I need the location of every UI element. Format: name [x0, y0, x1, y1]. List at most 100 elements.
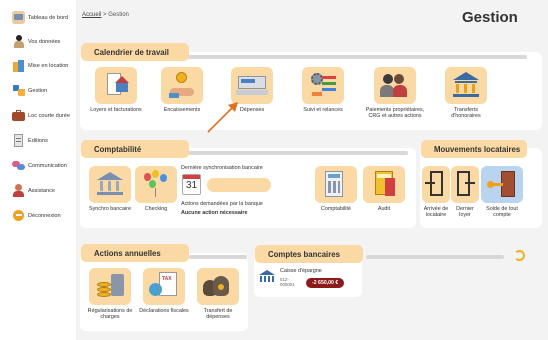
- bank-transfer-icon: [445, 67, 487, 104]
- tile-declarations-fiscales[interactable]: TAX Déclarations fiscales: [138, 268, 190, 314]
- section-divider: [366, 255, 504, 259]
- key-door-icon: [481, 166, 523, 203]
- tile-audit[interactable]: Audit: [360, 166, 408, 212]
- section-divider: [176, 55, 527, 59]
- account-number: 512-000001: [280, 277, 295, 287]
- tile-dernier-loyer[interactable]: Dernier loyer: [450, 166, 480, 218]
- tax-icon: TAX: [143, 268, 185, 305]
- tile-label: Loyers et facturations: [90, 107, 142, 113]
- tax-badge-icon: TAX: [162, 276, 172, 282]
- tile-label: Synchro bancaire: [89, 206, 131, 212]
- dashboard-icon: [12, 11, 25, 24]
- support-icon: [12, 184, 25, 197]
- main-content: Accueil > Gestion Gestion Calendrier de …: [76, 0, 548, 340]
- sidebar-item-label: Gestion: [28, 87, 48, 94]
- page-title: Gestion: [462, 9, 518, 26]
- breadcrumb: Accueil > Gestion: [82, 12, 129, 18]
- document-icon: [12, 134, 25, 147]
- section-divider: [176, 151, 408, 155]
- building-icon: [12, 59, 25, 72]
- calendrier-section-title: Calendrier de travail: [81, 43, 189, 61]
- bank-sync-icon: [89, 166, 131, 203]
- sidebar-item-tableau-de-bord[interactable]: Tableau de bord: [12, 11, 68, 24]
- tile-arrivee-locataire[interactable]: Arrivée de locataire: [420, 166, 452, 218]
- sidebar-item-label: Mise en location: [28, 62, 69, 69]
- sidebar-item-label: Communication: [28, 162, 67, 169]
- sidebar-item-editions[interactable]: Editions: [12, 134, 48, 147]
- actions-section-title: Actions annuelles: [81, 244, 189, 262]
- tile-label: Solde de tout compte: [486, 206, 518, 219]
- tile-paiements-proprietaires[interactable]: Paiements propriétaires, CRG et autres a…: [365, 67, 425, 119]
- sidebar-item-label: Vos données: [28, 38, 61, 45]
- section-divider: [189, 255, 247, 259]
- door-out-icon: [451, 166, 479, 203]
- tile-comptabilite[interactable]: Comptabilité: [312, 166, 360, 212]
- tile-synchro-bancaire[interactable]: Synchro bancaire: [86, 166, 134, 212]
- sync-date-pill: [207, 178, 271, 192]
- people-icon: [374, 67, 416, 104]
- sidebar-item-vos-donnees[interactable]: Vos données: [12, 35, 60, 48]
- tile-transferts-honoraires[interactable]: Transferts d'honoraires: [440, 67, 492, 119]
- sidebar-item-label: Loc courte durée: [28, 112, 70, 119]
- sidebar-item-communication[interactable]: Communication: [12, 159, 67, 172]
- door-in-icon: [422, 166, 450, 203]
- balloons-icon: [135, 166, 177, 203]
- breadcrumb-home-link[interactable]: Accueil: [82, 12, 101, 18]
- tile-label: Comptabilité: [321, 206, 351, 212]
- tile-solde-tout-compte[interactable]: Solde de tout compte: [480, 166, 524, 218]
- sidebar-item-label: Tableau de bord: [28, 14, 69, 21]
- user-icon: [12, 35, 25, 48]
- management-icon: [12, 84, 25, 97]
- breadcrumb-separator: >: [103, 12, 107, 18]
- sidebar-item-deconnexion[interactable]: Déconnexion: [12, 209, 61, 222]
- sidebar-item-loc-courte-duree[interactable]: Loc courte durée: [12, 109, 70, 122]
- sidebar: Tableau de bord Vos données Mise en loca…: [0, 0, 76, 340]
- calculator-icon: [315, 166, 357, 203]
- tile-label: Checking: [144, 206, 168, 212]
- invoice-house-icon: [95, 67, 137, 104]
- calendar-day: 31: [185, 180, 198, 191]
- comptabilite-section-title: Comptabilité: [81, 140, 189, 158]
- chat-icon: [12, 159, 25, 172]
- coin-hand-icon: [161, 67, 203, 104]
- tile-label: Régularisations de charges: [87, 308, 133, 321]
- calendar-icon: 31: [182, 174, 201, 195]
- tile-transfert-depenses[interactable]: Transfert de dépenses: [192, 268, 244, 320]
- tile-suivi-relances[interactable]: Suivi et relances: [297, 67, 349, 113]
- sidebar-item-gestion[interactable]: Gestion: [12, 84, 47, 97]
- bank-account-icon: [259, 270, 275, 284]
- sidebar-item-label: Editions: [28, 137, 48, 144]
- logout-icon: [12, 209, 25, 222]
- sidebar-item-label: Déconnexion: [28, 212, 61, 219]
- suitcase-icon: [12, 109, 25, 122]
- mouvements-section-title: Mouvements locataires: [421, 140, 527, 158]
- comptes-section-title: Comptes bancaires: [255, 245, 363, 263]
- last-sync-label: Dernière synchronisation bancaire: [181, 165, 263, 171]
- pointer-arrow-icon: [207, 102, 238, 133]
- pending-actions-value: Aucune action nécessaire: [181, 210, 248, 216]
- tile-label: Dernier loyer: [456, 206, 474, 219]
- tile-encaissements[interactable]: Encaissements: [156, 67, 208, 113]
- account-name: Caisse d'épargne: [280, 268, 322, 274]
- breadcrumb-current: Gestion: [108, 12, 129, 18]
- gear-checklist-icon: [302, 67, 344, 104]
- coins-calculator-icon: [89, 268, 131, 305]
- audit-folder-icon: [363, 166, 405, 203]
- pending-actions-label: Actions demandées par la banque: [181, 201, 263, 207]
- tile-label: Transferts d'honoraires: [451, 107, 481, 120]
- sidebar-item-mise-en-location[interactable]: Mise en location: [12, 59, 68, 72]
- sidebar-item-assistance[interactable]: Assistance: [12, 184, 55, 197]
- money-bags-icon: [197, 268, 239, 305]
- tile-loyers-facturations[interactable]: Loyers et facturations: [90, 67, 142, 113]
- tile-label: Paiements propriétaires, CRG et autres a…: [365, 107, 425, 120]
- account-balance-badge: -2 650,00 €: [306, 278, 345, 288]
- tile-label: Encaissements: [163, 107, 201, 113]
- tile-label: Transfert de dépenses: [203, 308, 233, 321]
- tile-label: Déclarations fiscales: [139, 308, 189, 314]
- refresh-icon[interactable]: [514, 250, 525, 261]
- tile-label: Suivi et relances: [303, 107, 343, 113]
- tile-checking[interactable]: Checking: [132, 166, 180, 212]
- sidebar-item-label: Assistance: [28, 187, 56, 194]
- tile-regularisations-charges[interactable]: Régularisations de charges: [84, 268, 136, 320]
- tile-label: Audit: [377, 206, 391, 212]
